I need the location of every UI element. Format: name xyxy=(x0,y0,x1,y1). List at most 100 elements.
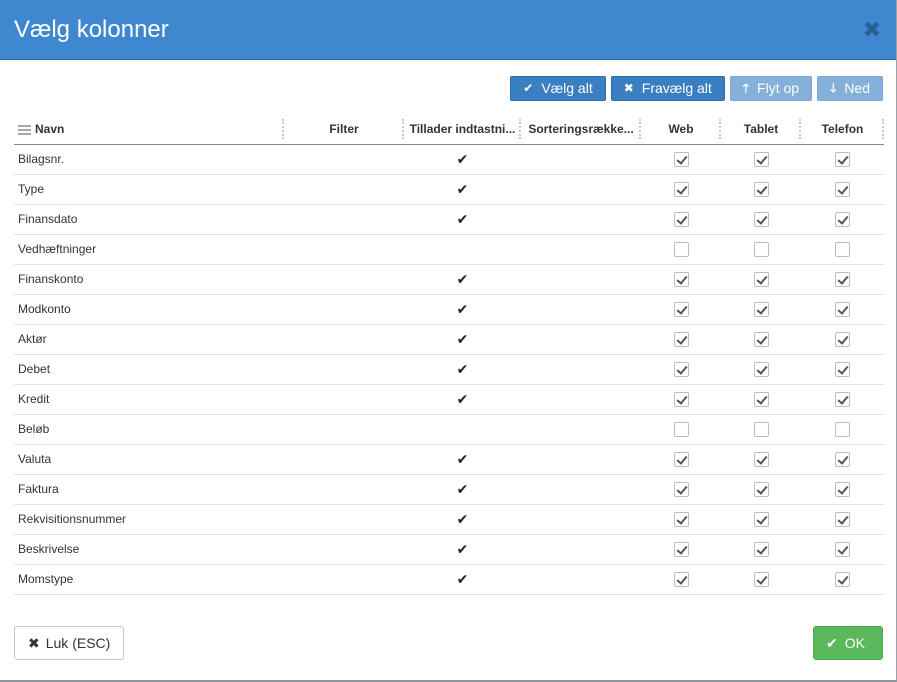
table-row[interactable]: Valuta ✔ xyxy=(14,444,884,475)
phone-checkbox[interactable] xyxy=(835,421,850,437)
web-checkbox[interactable] xyxy=(673,481,689,497)
web-checkbox[interactable] xyxy=(673,391,689,407)
close-button[interactable]: ✖ Luk (ESC) xyxy=(14,626,124,660)
check-icon: ✔ xyxy=(456,390,469,407)
tablet-checkbox[interactable] xyxy=(753,271,769,287)
phone-checkbox[interactable] xyxy=(835,511,850,527)
table-row[interactable]: Vedhæftninger xyxy=(14,234,884,265)
tablet-checkbox[interactable] xyxy=(753,391,769,407)
column-header-allows-input[interactable]: Tillader indtastni... xyxy=(404,114,521,145)
table-row[interactable]: Finanskonto ✔ xyxy=(14,264,884,295)
x-icon: ✖ xyxy=(623,81,634,95)
filter-cell xyxy=(284,384,404,415)
web-cell xyxy=(641,504,721,535)
tablet-cell xyxy=(721,144,801,175)
phone-cell xyxy=(801,414,884,445)
phone-checkbox[interactable] xyxy=(835,271,850,287)
sort-order-cell xyxy=(521,204,641,235)
move-up-button[interactable]: 🡑 Flyt op xyxy=(729,76,813,101)
web-checkbox[interactable] xyxy=(673,301,689,317)
select-all-button[interactable]: ✔ Vælg alt xyxy=(510,76,606,101)
web-checkbox[interactable] xyxy=(673,421,689,437)
tablet-checkbox[interactable] xyxy=(753,451,769,467)
table-row[interactable]: Faktura ✔ xyxy=(14,474,884,505)
deselect-all-button[interactable]: ✖ Fravælg alt xyxy=(610,76,725,101)
ok-button[interactable]: ✔ OK xyxy=(813,626,883,660)
allows-input-cell: ✔ xyxy=(404,504,521,535)
column-header-tablet[interactable]: Tablet xyxy=(721,114,801,145)
web-checkbox[interactable] xyxy=(673,331,689,347)
web-checkbox[interactable] xyxy=(673,241,689,257)
table-row[interactable]: Aktør ✔ xyxy=(14,324,884,355)
phone-checkbox[interactable] xyxy=(835,211,850,227)
allows-input-cell: ✔ xyxy=(404,534,521,565)
phone-checkbox[interactable] xyxy=(835,331,850,347)
tablet-checkbox[interactable] xyxy=(753,241,769,257)
phone-checkbox[interactable] xyxy=(835,391,850,407)
web-checkbox[interactable] xyxy=(673,211,689,227)
phone-checkbox[interactable] xyxy=(835,181,850,197)
filter-cell xyxy=(284,264,404,295)
table-row[interactable]: Modkonto ✔ xyxy=(14,294,884,325)
tablet-checkbox[interactable] xyxy=(753,211,769,227)
column-header-filter[interactable]: Filter xyxy=(284,114,404,145)
table-row[interactable]: Kredit ✔ xyxy=(14,384,884,415)
close-icon[interactable]: ✖ xyxy=(862,18,882,42)
table-row[interactable]: Momstype ✔ xyxy=(14,564,884,595)
table-row[interactable]: Beskrivelse ✔ xyxy=(14,534,884,565)
web-checkbox[interactable] xyxy=(673,271,689,287)
phone-checkbox[interactable] xyxy=(835,361,850,377)
filter-cell xyxy=(284,174,404,205)
phone-cell xyxy=(801,294,884,325)
tablet-checkbox[interactable] xyxy=(753,361,769,377)
table-row[interactable]: Bilagsnr. ✔ xyxy=(14,144,884,175)
table-row[interactable]: Debet ✔ xyxy=(14,354,884,385)
columns-table: Navn Filter Tillader indtastni... Sorter… xyxy=(14,114,884,595)
sort-order-cell xyxy=(521,384,641,415)
column-header-name[interactable]: Navn xyxy=(14,114,284,145)
web-checkbox[interactable] xyxy=(673,451,689,467)
tablet-checkbox[interactable] xyxy=(753,181,769,197)
phone-checkbox[interactable] xyxy=(835,151,850,167)
check-icon: ✔ xyxy=(456,270,469,287)
move-down-button[interactable]: 🡓 Ned xyxy=(817,76,883,101)
column-name-cell: Beløb xyxy=(14,414,284,445)
table-row[interactable]: Finansdato ✔ xyxy=(14,204,884,235)
web-checkbox[interactable] xyxy=(673,151,689,167)
table-row[interactable]: Beløb xyxy=(14,414,884,445)
tablet-checkbox[interactable] xyxy=(753,331,769,347)
web-checkbox[interactable] xyxy=(673,511,689,527)
phone-checkbox[interactable] xyxy=(835,451,850,467)
tablet-checkbox[interactable] xyxy=(753,151,769,167)
tablet-checkbox[interactable] xyxy=(753,571,769,587)
tablet-checkbox[interactable] xyxy=(753,481,769,497)
allows-input-cell xyxy=(404,414,521,445)
web-cell xyxy=(641,144,721,175)
web-cell xyxy=(641,444,721,475)
tablet-checkbox[interactable] xyxy=(753,511,769,527)
web-checkbox[interactable] xyxy=(673,361,689,377)
tablet-checkbox[interactable] xyxy=(753,541,769,557)
column-header-phone[interactable]: Telefon xyxy=(801,114,884,145)
phone-checkbox[interactable] xyxy=(835,241,850,257)
web-checkbox[interactable] xyxy=(673,541,689,557)
arrow-up-icon: 🡑 xyxy=(742,81,750,95)
table-row[interactable]: Rekvisitionsnummer ✔ xyxy=(14,504,884,535)
column-name-cell: Modkonto xyxy=(14,294,284,325)
column-header-sort-order[interactable]: Sorteringsrække... xyxy=(521,114,641,145)
phone-checkbox[interactable] xyxy=(835,481,850,497)
phone-checkbox[interactable] xyxy=(835,571,850,587)
phone-checkbox[interactable] xyxy=(835,301,850,317)
table-row[interactable]: Type ✔ xyxy=(14,174,884,205)
column-name-cell: Aktør xyxy=(14,324,284,355)
web-checkbox[interactable] xyxy=(673,571,689,587)
tablet-checkbox[interactable] xyxy=(753,301,769,317)
web-cell xyxy=(641,204,721,235)
web-checkbox[interactable] xyxy=(673,181,689,197)
filter-cell xyxy=(284,294,404,325)
phone-cell xyxy=(801,354,884,385)
phone-checkbox[interactable] xyxy=(835,541,850,557)
column-name-cell: Bilagsnr. xyxy=(14,144,284,175)
column-header-web[interactable]: Web xyxy=(641,114,721,145)
tablet-checkbox[interactable] xyxy=(753,421,769,437)
